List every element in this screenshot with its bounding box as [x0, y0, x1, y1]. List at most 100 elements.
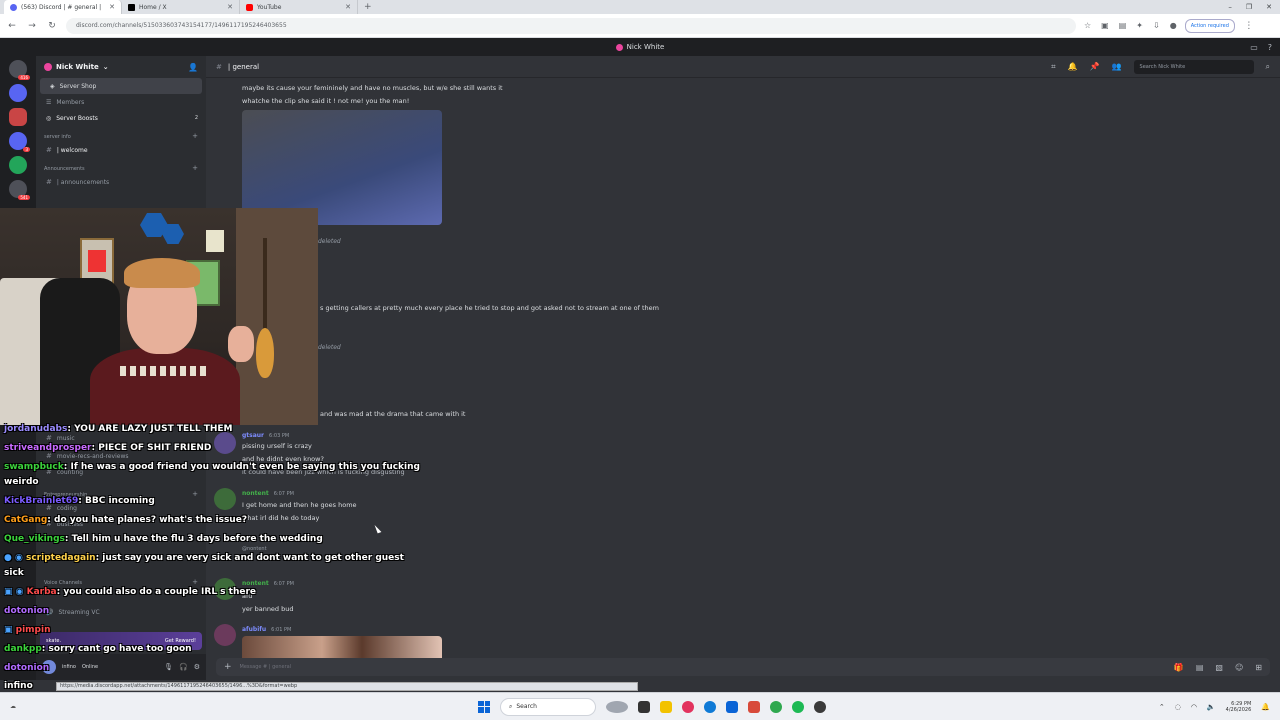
- headphones-icon[interactable]: 🎧: [179, 663, 188, 671]
- task-view-icon[interactable]: [638, 700, 650, 713]
- channel-announcements[interactable]: # | announcements: [36, 174, 206, 190]
- sidebar-item-members[interactable]: ☰ Members: [36, 94, 206, 110]
- channel-coding[interactable]: # coding: [36, 500, 206, 516]
- author-name[interactable]: nontent: [242, 580, 269, 587]
- help-icon[interactable]: ?: [1268, 43, 1272, 52]
- close-icon[interactable]: ✕: [227, 3, 233, 11]
- gif-icon[interactable]: ▤: [1196, 663, 1204, 672]
- avatar[interactable]: [214, 578, 236, 600]
- chevron-up-icon[interactable]: ⌃: [1159, 703, 1165, 711]
- avatar[interactable]: [214, 432, 236, 454]
- author-name[interactable]: gtsaur: [242, 432, 264, 439]
- edge-icon[interactable]: [704, 700, 716, 713]
- store-icon[interactable]: [726, 700, 738, 713]
- volume-icon[interactable]: 🔈: [1207, 703, 1216, 711]
- channel-welcome[interactable]: # | welcome: [36, 142, 206, 158]
- extension-icon[interactable]: ▤: [1119, 21, 1127, 30]
- maximize-icon[interactable]: ❐: [1246, 3, 1252, 11]
- category-server-info[interactable]: server info +: [36, 126, 206, 142]
- close-window-icon[interactable]: ✕: [1266, 3, 1272, 11]
- channel-music[interactable]: # music: [36, 430, 206, 446]
- mute-icon[interactable]: 🎙: [164, 663, 173, 671]
- message-input[interactable]: Message # | general: [240, 664, 292, 670]
- gear-icon[interactable]: ⚙: [194, 663, 200, 671]
- new-tab-button[interactable]: +: [358, 2, 378, 12]
- channel-movie-recs[interactable]: # movie-recs-and-reviews: [36, 448, 206, 464]
- obs-icon[interactable]: [814, 700, 826, 713]
- reload-icon[interactable]: ↻: [46, 21, 58, 31]
- clock[interactable]: 6:29 PM 4/26/2026: [1226, 701, 1252, 713]
- category-entrepreneurship[interactable]: Entrepreneurship +: [36, 484, 206, 500]
- guild-icon[interactable]: [9, 156, 27, 174]
- author-name[interactable]: nontent: [242, 490, 269, 497]
- search-icon[interactable]: ⌕: [1266, 62, 1270, 72]
- add-attachment-icon[interactable]: +: [224, 662, 232, 672]
- reply-mention[interactable]: @nontent: [242, 546, 267, 552]
- taskbar-search[interactable]: ⌕ Search: [500, 697, 596, 716]
- search-input[interactable]: Search Nick White: [1133, 59, 1254, 74]
- tab-discord[interactable]: (563) Discord | # general | ✕: [4, 0, 122, 14]
- add-channel-icon[interactable]: +: [192, 490, 198, 498]
- extension-icon[interactable]: ▣: [1101, 21, 1109, 30]
- inbox-icon[interactable]: ▭: [1250, 43, 1258, 52]
- close-icon[interactable]: ✕: [345, 3, 351, 11]
- forward-icon[interactable]: →: [26, 21, 38, 31]
- sticker-icon[interactable]: ▧: [1215, 663, 1223, 672]
- author-name[interactable]: afubifu: [242, 626, 266, 633]
- widgets-area[interactable]: ☁: [10, 703, 16, 710]
- bell-icon[interactable]: 🔔: [1068, 62, 1078, 71]
- chrome-icon[interactable]: [770, 700, 782, 713]
- avatar[interactable]: [214, 624, 236, 646]
- add-channel-icon[interactable]: +: [192, 578, 198, 586]
- network-icon[interactable]: ◌: [1175, 703, 1181, 711]
- server-header[interactable]: Nick White ⌄ 👤: [36, 56, 206, 78]
- category-announcements[interactable]: Announcements +: [36, 158, 206, 174]
- star-icon[interactable]: ☆: [1084, 21, 1091, 30]
- add-channel-icon[interactable]: +: [192, 132, 198, 140]
- guild-icon[interactable]: 3: [9, 132, 30, 152]
- app-icon[interactable]: [748, 700, 760, 713]
- gift-icon[interactable]: 🎁: [1174, 663, 1184, 672]
- category-voice-channels[interactable]: Voice Channels +: [36, 572, 206, 588]
- pin-icon[interactable]: 📌: [1090, 62, 1100, 71]
- close-icon[interactable]: ✕: [109, 3, 115, 11]
- channel-business[interactable]: # business: [36, 516, 206, 532]
- member-list-icon[interactable]: 👥: [1112, 62, 1122, 71]
- downloads-icon[interactable]: ⇩: [1153, 21, 1160, 30]
- channel-counting[interactable]: # counting: [36, 464, 206, 480]
- file-explorer-icon[interactable]: [660, 700, 672, 713]
- puzzle-icon[interactable]: ✦: [1136, 21, 1143, 30]
- profile-icon[interactable]: ●: [1170, 21, 1177, 30]
- wifi-icon[interactable]: ◠: [1191, 703, 1197, 711]
- windows-start-icon[interactable]: [478, 700, 490, 713]
- threads-icon[interactable]: ⌗: [1051, 62, 1056, 72]
- image-attachment[interactable]: [242, 636, 442, 660]
- address-bar[interactable]: discord.com/channels/515033603743154177/…: [66, 17, 1076, 34]
- guild-icon[interactable]: [9, 108, 27, 126]
- emoji-icon[interactable]: ☺: [1235, 663, 1243, 672]
- minimize-icon[interactable]: –: [1228, 3, 1232, 11]
- action-required-button[interactable]: Action required: [1184, 18, 1235, 33]
- reward-banner[interactable]: skate. Get Reward!: [40, 632, 202, 650]
- spotify-icon[interactable]: [792, 700, 804, 713]
- apps-icon[interactable]: ⊞: [1255, 663, 1262, 672]
- tab-x[interactable]: Home / X ✕: [122, 0, 240, 14]
- message-composer[interactable]: + Message # | general 🎁 ▤ ▧ ☺ ⊞: [216, 658, 1270, 676]
- copilot-icon[interactable]: [606, 700, 628, 713]
- back-icon[interactable]: ←: [6, 21, 18, 31]
- guild-icon[interactable]: 541: [9, 180, 30, 200]
- direct-messages-icon[interactable]: 416: [9, 60, 30, 80]
- get-reward-button[interactable]: Get Reward!: [165, 638, 196, 644]
- notification-icon[interactable]: 🔔: [1261, 703, 1270, 711]
- avatar[interactable]: [214, 488, 236, 510]
- sidebar-item-server-boosts[interactable]: ◎ Server Boosts 2: [36, 110, 206, 126]
- guild-icon[interactable]: [9, 84, 27, 102]
- sidebar-item-server-shop[interactable]: ◈ Server Shop: [40, 78, 202, 94]
- menu-icon[interactable]: ⋮: [1243, 21, 1255, 31]
- avatar[interactable]: [42, 660, 56, 674]
- add-member-icon[interactable]: 👤: [188, 63, 198, 72]
- tab-youtube[interactable]: YouTube ✕: [240, 0, 358, 14]
- add-channel-icon[interactable]: +: [192, 164, 198, 172]
- app-icon[interactable]: [682, 700, 694, 713]
- voice-channel-streaming[interactable]: 🔊 Streaming VC: [36, 604, 206, 620]
